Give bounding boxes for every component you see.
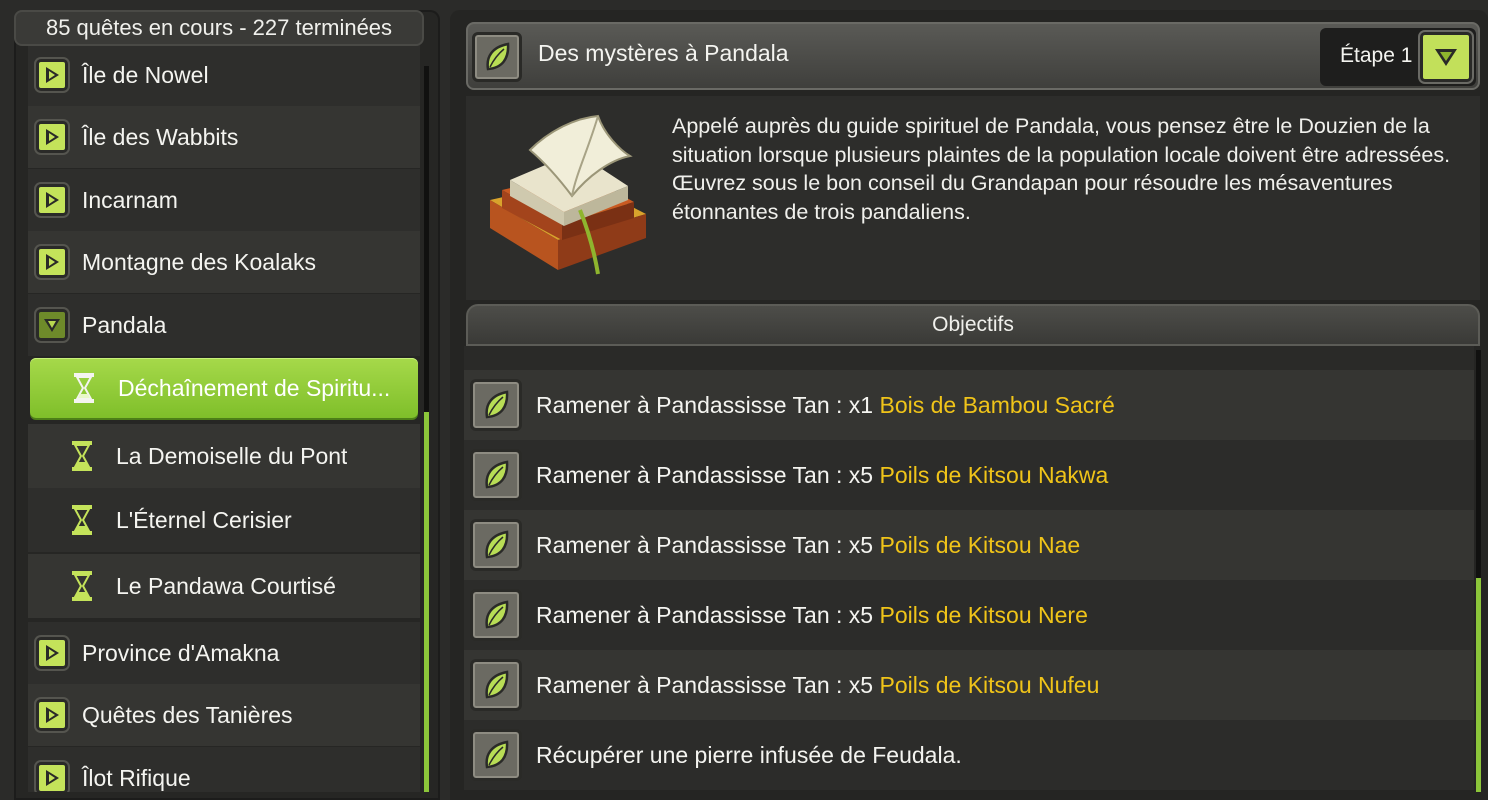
objective-row: Ramener à Pandassisse Tan : x5 Poils de … <box>464 510 1474 580</box>
right-scrollbar-thumb[interactable] <box>1476 578 1481 792</box>
objective-row: Récupérer une pierre infusée de Feudala. <box>464 720 1474 790</box>
objective-item: Poils de Kitsou Nakwa <box>879 461 1109 488</box>
objectives-header: Objectifs <box>466 304 1480 346</box>
expand-icon[interactable] <box>36 184 68 216</box>
category-label: Province d'Amakna <box>82 639 280 666</box>
quest-category-list[interactable]: Île de Nowel Île des Wabbits Incarnam Mo… <box>28 42 420 792</box>
quest-label: La Demoiselle du Pont <box>116 442 348 469</box>
category-label: Pandala <box>82 311 167 338</box>
leaf-icon <box>470 449 522 501</box>
category-montagne-des-koalaks[interactable]: Montagne des Koalaks <box>28 231 420 293</box>
objective-item: Bois de Bambou Sacré <box>879 391 1115 418</box>
leaf-icon <box>470 589 522 641</box>
category-label: Montagne des Koalaks <box>82 248 316 275</box>
left-scrollbar-thumb[interactable] <box>424 412 429 792</box>
step-label: Étape 1 <box>1340 44 1413 67</box>
leaf-icon <box>470 379 522 431</box>
leaf-icon <box>470 659 522 711</box>
quest-count-header: 85 quêtes en cours - 227 terminées <box>14 10 424 46</box>
category-label: Île des Wabbits <box>82 123 239 150</box>
objective-item: Poils de Kitsou Nere <box>879 601 1088 628</box>
quest-item[interactable]: L'Éternel Cerisier <box>28 488 420 552</box>
expand-icon[interactable] <box>36 699 68 731</box>
category-ilot-rifique[interactable]: Îlot Rifique <box>28 747 420 792</box>
category-label: Île de Nowel <box>82 61 209 88</box>
leaf-icon <box>470 729 522 781</box>
category-ile-des-wabbits[interactable]: Île des Wabbits <box>28 106 420 168</box>
quest-item[interactable]: La Demoiselle du Pont <box>28 424 420 488</box>
objective-item: Poils de Kitsou Nae <box>879 531 1081 558</box>
open-book-icon <box>490 114 646 275</box>
expand-icon[interactable] <box>36 59 68 91</box>
expand-icon[interactable] <box>36 121 68 153</box>
step-dropdown-button[interactable] <box>1420 32 1472 82</box>
expand-icon[interactable] <box>36 637 68 669</box>
leaf-icon <box>472 32 522 82</box>
objective-text: Ramener à Pandassisse Tan : x5 Poils de … <box>536 601 1088 628</box>
quest-label: Le Pandawa Courtisé <box>116 572 336 599</box>
quest-item[interactable]: Le Pandawa Courtisé <box>28 554 420 618</box>
category-incarnam[interactable]: Incarnam <box>28 169 420 231</box>
quest-title: Des mystères à Pandala <box>538 40 789 66</box>
objective-row: Ramener à Pandassisse Tan : x1 Bois de B… <box>464 370 1474 440</box>
category-label: Incarnam <box>82 186 178 213</box>
category-ile-de-nowel[interactable]: Île de Nowel <box>28 44 420 106</box>
objective-text: Ramener à Pandassisse Tan : x5 Poils de … <box>536 531 1081 558</box>
expand-icon[interactable] <box>36 762 68 792</box>
category-pandala[interactable]: Pandala <box>28 294 420 356</box>
objective-text: Ramener à Pandassisse Tan : x5 Poils de … <box>536 671 1100 698</box>
hourglass-icon <box>72 441 92 471</box>
objective-row: Ramener à Pandassisse Tan : x5 Poils de … <box>464 580 1474 650</box>
category-quetes-des-tanieres[interactable]: Quêtes des Tanières <box>28 684 420 746</box>
leaf-icon <box>470 519 522 571</box>
collapse-icon[interactable] <box>36 309 68 341</box>
objective-text: Ramener à Pandassisse Tan : x5 Poils de … <box>536 461 1109 488</box>
category-label: Îlot Rifique <box>82 764 191 791</box>
objective-row: Ramener à Pandassisse Tan : x5 Poils de … <box>464 440 1474 510</box>
expand-icon[interactable] <box>36 246 68 278</box>
quest-label: L'Éternel Cerisier <box>116 506 292 533</box>
hourglass-icon <box>72 571 92 601</box>
hourglass-icon <box>74 373 94 403</box>
hourglass-icon <box>72 505 92 535</box>
chevron-down-icon <box>1435 49 1457 66</box>
quest-label: Déchaînement de Spiritu... <box>118 374 391 401</box>
objectives-spacer <box>464 346 1474 370</box>
objective-item: Poils de Kitsou Nufeu <box>879 671 1100 698</box>
objective-row: Ramener à Pandassisse Tan : x5 Poils de … <box>464 650 1474 720</box>
quest-description: Appelé auprès du guide spirituel de Pand… <box>672 114 1451 224</box>
category-province-amakna[interactable]: Province d'Amakna <box>28 622 420 684</box>
quest-item-selected[interactable]: Déchaînement de Spiritu... <box>30 358 418 418</box>
category-label: Quêtes des Tanières <box>82 701 293 728</box>
objective-text: Récupérer une pierre infusée de Feudala. <box>536 741 962 768</box>
objective-text: Ramener à Pandassisse Tan : x1 Bois de B… <box>536 391 1115 418</box>
